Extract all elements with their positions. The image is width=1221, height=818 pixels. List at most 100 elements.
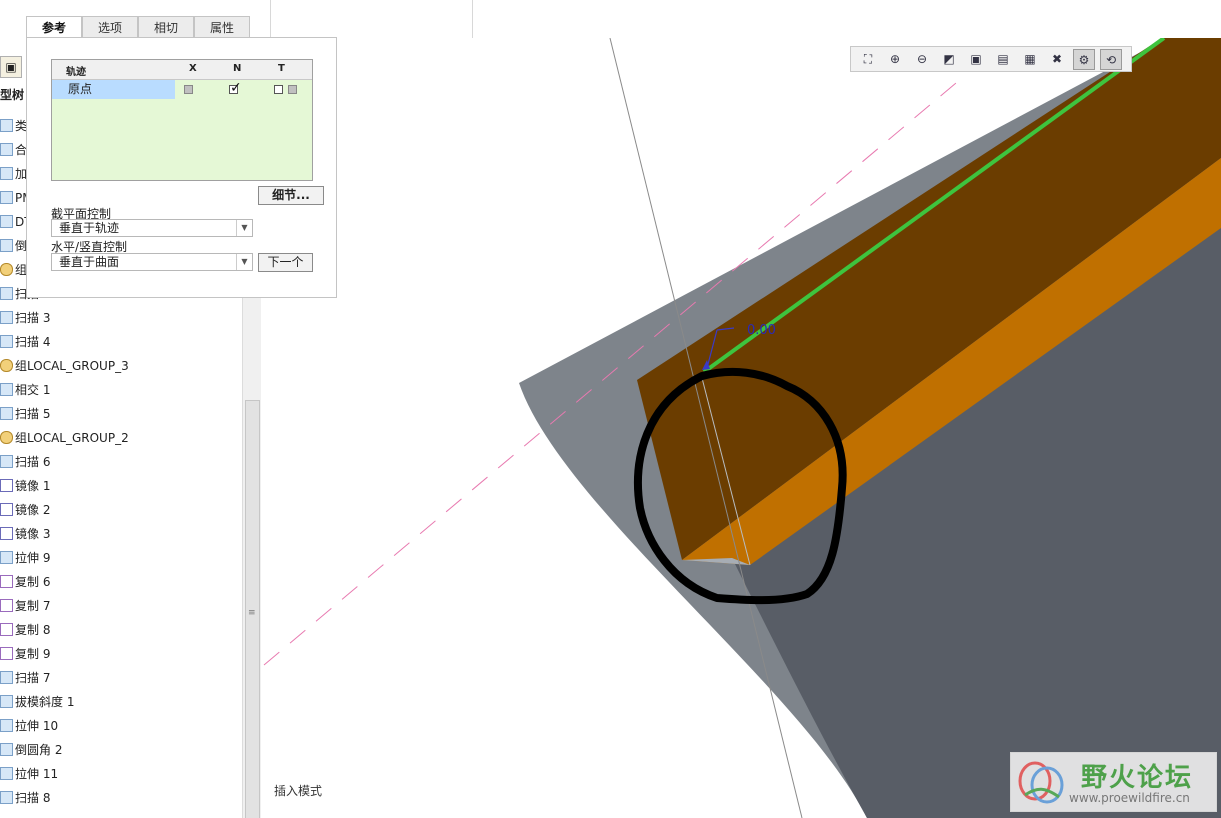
view-manager-icon[interactable]: ▦ [1019,49,1041,70]
tree-item[interactable]: 镜像 2 [0,500,50,520]
watermark-title: 野火论坛 [1081,763,1194,793]
trajectory-name[interactable]: 原点 [52,80,175,99]
tree-item[interactable]: 复制 6 [0,572,50,592]
trajectory-row[interactable]: 原点 ✓ [52,80,312,99]
chevron-down-icon[interactable]: ▼ [236,254,252,270]
tree-item[interactable]: 加 [0,164,27,184]
tree-item[interactable]: 拉伸 11 [0,764,58,784]
horizontal-vertical-control-select[interactable]: 垂直于曲面 ▼ [51,253,253,271]
tree-item-label: 扫描 6 [15,455,51,469]
copy-icon [0,599,13,612]
section-plane-control-select[interactable]: 垂直于轨迹 ▼ [51,219,253,237]
tab-references[interactable]: 参考 [26,16,82,38]
tree-item[interactable]: 相交 1 [0,380,50,400]
tree-item-label: 组LOCAL_GROUP_2 [15,431,129,445]
extrude-icon [0,719,13,732]
tree-item[interactable]: 扫描 4 [0,332,50,352]
annotation-display-icon[interactable]: ⚙ [1073,49,1095,70]
tree-item[interactable]: 拉伸 10 [0,716,58,736]
tree-item-label: 拉伸 10 [15,719,59,733]
tree-item[interactable]: 倒圆角 2 [0,740,62,760]
checkmark-icon: ✓ [230,80,242,96]
tree-item-label: 镜像 1 [15,479,51,493]
copy-icon [0,647,13,660]
tree-item-label: 镜像 2 [15,503,51,517]
tree-item[interactable]: 拔模斜度 1 [0,692,74,712]
tree-item-label: 拉伸 9 [15,551,51,565]
status-text: 插入模式 [274,784,323,798]
tree-item[interactable]: 合 [0,140,27,160]
tree-item[interactable]: 组 [0,260,27,280]
graphics-viewport[interactable]: 0.00 [262,38,1221,818]
add-icon [0,167,13,180]
toolbar-divider [472,0,473,38]
sweep-icon [0,287,13,300]
repaint-icon[interactable]: ◩ [938,49,960,70]
tree-item[interactable]: 拉伸 9 [0,548,50,568]
round-icon [0,743,13,756]
datum-display-icon[interactable]: ✖ [1046,49,1068,70]
watermark-url: www.proewildfire.cn [1069,791,1190,805]
tree-item-label: 扫描 5 [15,407,51,421]
sweep-icon [0,335,13,348]
chevron-down-icon[interactable]: ▼ [236,220,252,236]
draft-icon [0,695,13,708]
tab-options[interactable]: 选项 [82,16,138,38]
next-button[interactable]: 下一个 [258,253,313,272]
model-canvas[interactable]: 0.00 [262,38,1221,818]
pmi-icon [0,191,13,204]
mirror-icon [0,527,13,540]
tree-item[interactable]: 扫描 8 [0,788,50,808]
tree-item[interactable]: 镜像 3 [0,524,50,544]
saved-views-icon[interactable]: ▤ [992,49,1014,70]
tree-item[interactable]: 镜像 1 [0,476,50,496]
tree-item-label: 拉伸 11 [15,767,59,781]
tree-item[interactable]: 类 [0,116,27,136]
group-icon [0,431,13,444]
tree-item[interactable]: 复制 7 [0,596,50,616]
tree-settings-icon[interactable]: ▣ [0,56,22,78]
tree-item-label: 扫描 7 [15,671,51,685]
trajectory-table-header: 轨迹 X N T [52,60,312,80]
trajectory-table: 轨迹 X N T 原点 ✓ [51,59,313,181]
watermark-logo-icon [1018,761,1064,804]
scrollbar-grip-icon: ≡ [248,608,256,618]
tree-item[interactable]: 组LOCAL_GROUP_2 [0,428,129,448]
tree-item-label: 复制 9 [15,647,51,661]
round-icon [0,239,13,252]
tree-item[interactable]: 扫描 3 [0,308,50,328]
tab-tangency[interactable]: 相切 [138,16,194,38]
zoom-out-icon[interactable]: ⊖ [911,49,933,70]
extrude-icon [0,767,13,780]
spin-center-icon[interactable]: ⟲ [1100,49,1122,70]
tree-item-label: 拔模斜度 1 [15,695,75,709]
tab-properties[interactable]: 属性 [194,16,250,38]
column-header-n: N [233,63,242,74]
tree-item[interactable]: 组LOCAL_GROUP_3 [0,356,129,376]
display-style-icon[interactable]: ▣ [965,49,987,70]
model-tree-title: 型树 [0,88,25,102]
section-plane-control-value: 垂直于轨迹 [59,221,120,235]
refit-icon[interactable]: ⛶ [857,49,879,70]
tree-item-label: 复制 7 [15,599,51,613]
tree-item[interactable]: 扫描 7 [0,668,50,688]
tree-item-label: 相交 1 [15,383,51,397]
column-header-x: X [189,63,197,74]
details-button[interactable]: 细节... [258,186,324,205]
sweep-icon [0,311,13,324]
view-toolbar: ⛶ ⊕ ⊖ ◩ ▣ ▤ ▦ ✖ ⚙ ⟲ [850,46,1132,72]
zoom-in-icon[interactable]: ⊕ [884,49,906,70]
intersect-icon [0,383,13,396]
column-header-trajectory: 轨迹 [66,67,86,78]
tree-item[interactable]: 倒 [0,236,27,256]
tree-item[interactable]: 复制 9 [0,644,50,664]
tree-item[interactable]: 复制 8 [0,620,50,640]
t-checkbox[interactable] [274,85,283,94]
extrude-icon [0,551,13,564]
dimension-label[interactable]: 0.00 [747,323,776,338]
tree-item[interactable]: 扫描 6 [0,452,50,472]
t-grey-checkbox[interactable] [288,85,297,94]
tree-item[interactable]: 扫描 5 [0,404,50,424]
x-checkbox[interactable] [184,85,193,94]
copy-icon [0,623,13,636]
